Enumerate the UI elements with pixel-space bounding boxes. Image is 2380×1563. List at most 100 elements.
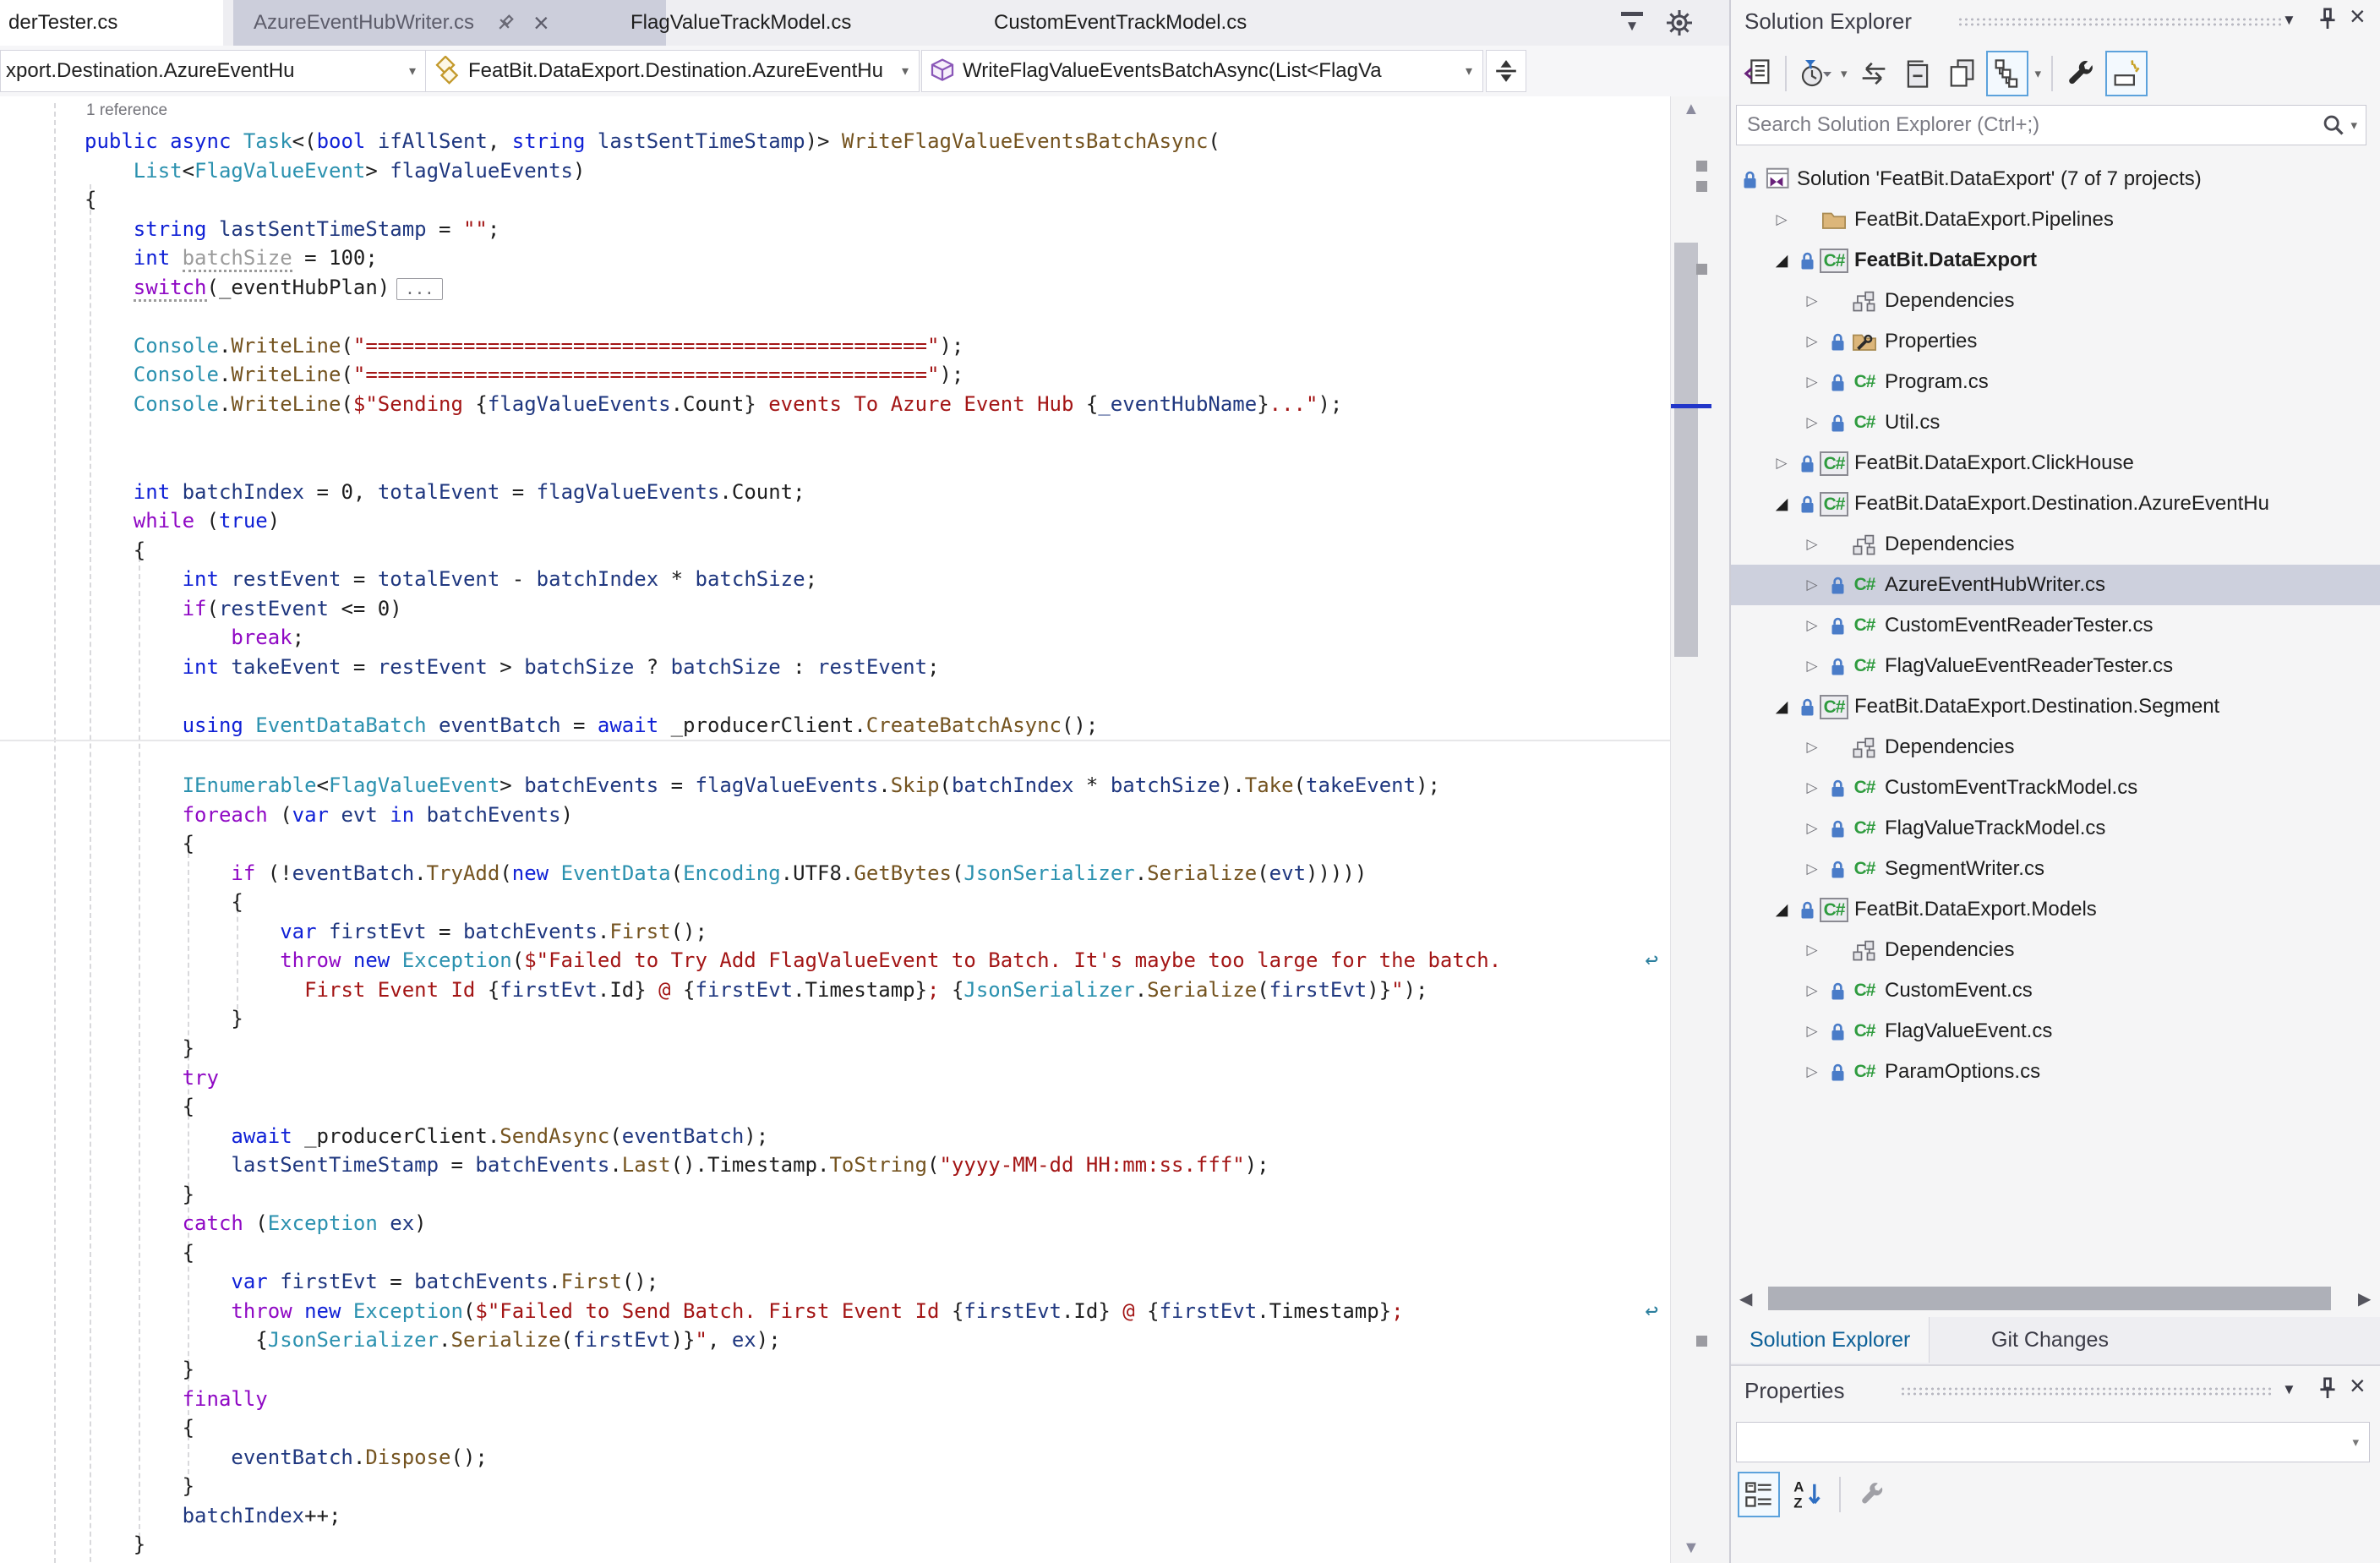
tree-item-azureeventhubwriter-cs[interactable]: ▷C#AzureEventHubWriter.cs <box>1731 565 2380 605</box>
code-line[interactable]: } <box>0 1034 1670 1063</box>
code-line[interactable]: var firstEvt = batchEvents.First(); <box>0 917 1670 947</box>
code-line[interactable]: {JsonSerializer.Serialize(firstEvt)}", e… <box>0 1325 1670 1355</box>
tab-azureeventhubwriter-active[interactable]: AzureEventHubWriter.cs × <box>233 0 666 46</box>
panel-tab-solution-explorer[interactable]: Solution Explorer <box>1731 1317 1930 1363</box>
collapse-arrow-icon[interactable]: ◢ <box>1768 697 1795 717</box>
code-line[interactable]: { <box>0 1413 1670 1443</box>
preview-selected-items-icon[interactable] <box>2105 51 2148 96</box>
search-input[interactable] <box>1737 112 2322 138</box>
window-position-icon[interactable]: ▼ <box>2282 1381 2296 1398</box>
code-line[interactable]: if(restEvent <= 0) <box>0 594 1670 624</box>
panel-grip[interactable] <box>1957 17 2284 27</box>
code-line[interactable] <box>0 418 1670 448</box>
code-line[interactable]: Console.WriteLine("=====================… <box>0 331 1670 361</box>
tree-item-solution-featbit-dataexport-7-of-7-projects[interactable]: Solution 'FeatBit.DataExport' (7 of 7 pr… <box>1731 159 2380 199</box>
expand-arrow-icon[interactable]: ▷ <box>1799 820 1826 837</box>
code-line[interactable]: lastSentTimeStamp = batchEvents.Last().T… <box>0 1150 1670 1180</box>
tree-item-featbit-dataexport-pipelines[interactable]: ▷FeatBit.DataExport.Pipelines <box>1731 199 2380 240</box>
tree-item-flagvalueeventreadertester-cs[interactable]: ▷C#FlagValueEventReaderTester.cs <box>1731 646 2380 686</box>
collapse-arrow-icon[interactable]: ◢ <box>1768 900 1795 920</box>
object-selector-combobox[interactable]: ▾ <box>1736 1422 2370 1462</box>
code-line[interactable]: batchIndex++; <box>0 1501 1670 1531</box>
expand-arrow-icon[interactable]: ▷ <box>1768 455 1795 472</box>
expand-arrow-icon[interactable]: ▷ <box>1799 414 1826 431</box>
window-position-icon[interactable]: ▼ <box>2282 12 2296 29</box>
expand-arrow-icon[interactable]: ▷ <box>1799 779 1826 796</box>
expand-arrow-icon[interactable]: ▷ <box>1799 333 1826 350</box>
scroll-left-icon[interactable]: ◀ <box>1739 1288 1752 1309</box>
tree-item-featbit-dataexport-destination-segment[interactable]: ◢C#FeatBit.DataExport.Destination.Segmen… <box>1731 686 2380 727</box>
panel-grip[interactable] <box>1900 1386 2272 1396</box>
expand-arrow-icon[interactable]: ▷ <box>1799 536 1826 553</box>
code-line[interactable]: } <box>0 1530 1670 1560</box>
search-icon[interactable] <box>2322 113 2345 137</box>
categorized-icon[interactable] <box>1738 1472 1780 1517</box>
scrollbar-thumb[interactable] <box>1674 243 1698 657</box>
code-line[interactable]: finally <box>0 1385 1670 1414</box>
code-line[interactable]: } <box>0 1355 1670 1385</box>
code-line[interactable] <box>0 681 1670 711</box>
code-line[interactable]: { <box>0 888 1670 917</box>
expand-arrow-icon[interactable]: ▷ <box>1799 577 1826 593</box>
code-line[interactable]: throw new Exception($"Failed to Send Bat… <box>0 1297 1670 1326</box>
tree-item-dependencies[interactable]: ▷Dependencies <box>1731 524 2380 565</box>
code-line[interactable]: { <box>0 829 1670 859</box>
expand-arrow-icon[interactable]: ▷ <box>1799 374 1826 391</box>
code-line[interactable]: { <box>0 1092 1670 1122</box>
code-line[interactable]: foreach (var evt in batchEvents) <box>0 801 1670 830</box>
tree-item-featbit-dataexport-destination-azureeventhu[interactable]: ◢C#FeatBit.DataExport.Destination.AzureE… <box>1731 484 2380 524</box>
expand-arrow-icon[interactable]: ▷ <box>1799 942 1826 959</box>
chevron-down-icon[interactable]: ▾ <box>1841 66 1848 81</box>
code-line[interactable]: break; <box>0 623 1670 653</box>
tab-list-chevron-icon[interactable]: ▼ <box>1621 12 1643 41</box>
tree-item-featbit-dataexport-clickhouse[interactable]: ▷C#FeatBit.DataExport.ClickHouse <box>1731 443 2380 484</box>
code-lines[interactable]: public async Task<(bool ifAllSent, strin… <box>0 127 1670 1560</box>
collapse-arrow-icon[interactable]: ◢ <box>1768 495 1795 514</box>
code-line[interactable] <box>0 448 1670 478</box>
code-editor[interactable]: 1 reference public async Task<(bool ifAl… <box>0 96 1670 1563</box>
close-tab-icon[interactable]: × <box>533 10 549 36</box>
expand-arrow-icon[interactable]: ▷ <box>1799 861 1826 877</box>
expand-arrow-icon[interactable]: ▷ <box>1799 1023 1826 1040</box>
sync-with-active-document-icon[interactable] <box>1854 52 1893 95</box>
code-line[interactable]: int takeEvent = restEvent > batchSize ? … <box>0 653 1670 682</box>
expand-arrow-icon[interactable]: ▷ <box>1799 617 1826 634</box>
pin-tab-icon[interactable] <box>496 14 515 32</box>
close-panel-icon[interactable]: × <box>2350 5 2366 27</box>
scrollbar-thumb[interactable] <box>1768 1287 2331 1310</box>
tree-item-customeventtrackmodel-cs[interactable]: ▷C#CustomEventTrackModel.cs <box>1731 768 2380 808</box>
collapsed-region-box[interactable]: ... <box>396 278 442 300</box>
code-line[interactable]: switch(_eventHubPlan)... <box>0 273 1670 303</box>
panel-tab-git-changes[interactable]: Git Changes <box>1973 1317 2127 1363</box>
tree-item-featbit-dataexport-models[interactable]: ◢C#FeatBit.DataExport.Models <box>1731 889 2380 930</box>
tree-item-properties[interactable]: ▷Properties <box>1731 321 2380 362</box>
property-pages-icon[interactable] <box>1853 1473 1891 1516</box>
properties-icon[interactable] <box>2061 52 2100 95</box>
code-line[interactable]: Console.WriteLine($"Sending {flagValueEv… <box>0 390 1670 419</box>
scroll-up-icon[interactable]: ▲ <box>1683 100 1700 119</box>
code-line[interactable]: { <box>0 536 1670 566</box>
code-line[interactable]: using EventDataBatch eventBatch = await … <box>0 711 1670 741</box>
expand-arrow-icon[interactable]: ▷ <box>1799 1063 1826 1080</box>
type-dropdown[interactable]: FeatBit.DataExport.Destination.AzureEven… <box>425 50 920 92</box>
tree-item-flagvaluetrackmodel-cs[interactable]: ▷C#FlagValueTrackModel.cs <box>1731 808 2380 849</box>
code-line[interactable]: } <box>0 1004 1670 1034</box>
code-line[interactable]: try <box>0 1063 1670 1093</box>
code-line[interactable]: await _producerClient.SendAsync(eventBat… <box>0 1122 1670 1151</box>
code-line[interactable]: { <box>0 185 1670 215</box>
project-dropdown[interactable]: xport.Destination.AzureEventHu ▾ <box>0 50 427 92</box>
search-options-chevron-icon[interactable]: ▾ <box>2350 117 2357 133</box>
close-panel-icon[interactable]: × <box>2350 1374 2366 1396</box>
code-line[interactable] <box>0 740 1670 771</box>
collapse-all-icon[interactable] <box>1898 52 1937 95</box>
chevron-down-icon[interactable]: ▾ <box>2035 66 2042 81</box>
code-line[interactable]: int batchIndex = 0, totalEvent = flagVal… <box>0 478 1670 507</box>
tree-item-customevent-cs[interactable]: ▷C#CustomEvent.cs <box>1731 970 2380 1011</box>
collapse-arrow-icon[interactable]: ◢ <box>1768 251 1795 271</box>
tab-flagvaluetrackmodel[interactable]: FlagValueTrackModel.cs <box>630 0 851 46</box>
codelens-references[interactable]: 1 reference <box>86 101 167 120</box>
tab-dertester[interactable]: derTester.cs <box>0 0 223 46</box>
code-line[interactable]: Console.WriteLine("=====================… <box>0 360 1670 390</box>
tree-item-program-cs[interactable]: ▷C#Program.cs <box>1731 362 2380 402</box>
code-line[interactable]: } <box>0 1180 1670 1210</box>
